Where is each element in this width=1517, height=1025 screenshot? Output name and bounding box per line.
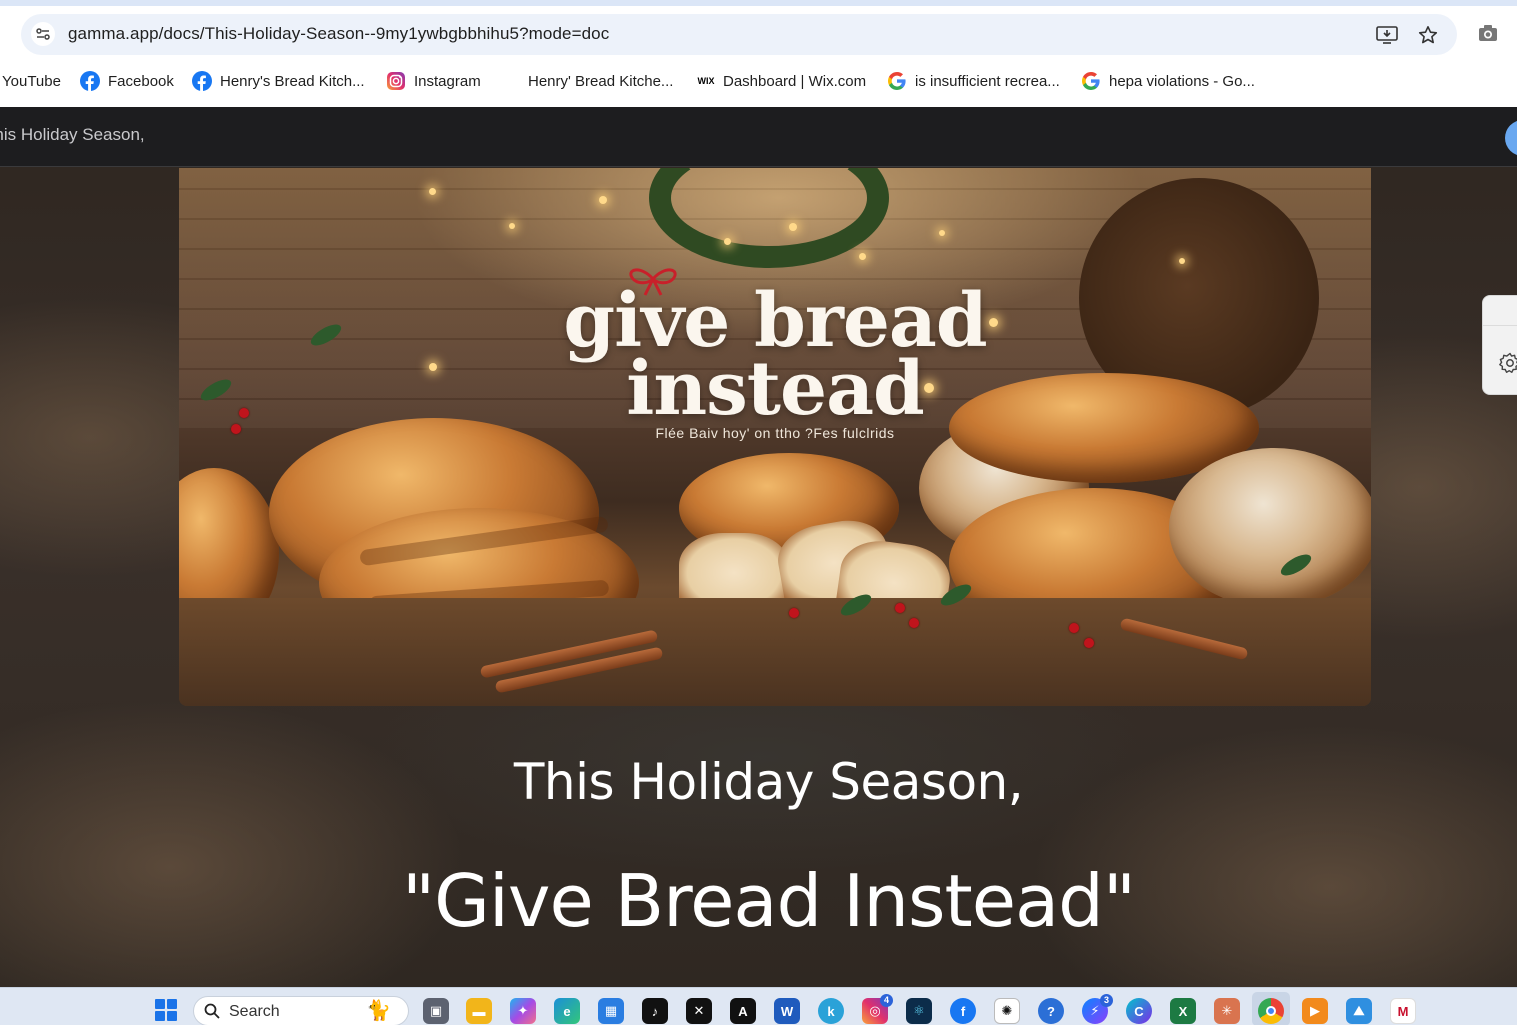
- holly-berry: [895, 603, 905, 613]
- photos-icon[interactable]: ⛰: [1346, 998, 1372, 1024]
- react-icon[interactable]: ⚛: [906, 998, 932, 1024]
- store-icon[interactable]: ▦: [598, 998, 624, 1024]
- mcafee-icon[interactable]: M: [1390, 998, 1416, 1024]
- google-icon: [887, 71, 907, 91]
- word-icon[interactable]: W: [774, 998, 800, 1024]
- chrome-icon[interactable]: [1258, 998, 1284, 1024]
- k-app-icon[interactable]: k: [818, 998, 844, 1024]
- hero-subtitle: Flée Baiv hoy' on ttho ?Fes fulclrids: [655, 425, 895, 441]
- claude-icon[interactable]: ✳: [1214, 998, 1240, 1024]
- bookmark-label: Dashboard | Wix.com: [723, 72, 867, 90]
- help-icon[interactable]: ?: [1038, 998, 1064, 1024]
- side-panel-tab[interactable]: [1482, 295, 1517, 395]
- capcut-icon[interactable]: ✕: [686, 998, 712, 1024]
- hero-title-line-2: instead: [626, 346, 925, 432]
- doc-header: This Holiday Season,: [0, 107, 1517, 167]
- tiktok-icon[interactable]: ♪: [642, 998, 668, 1024]
- share-button[interactable]: [1505, 120, 1517, 156]
- taskbar-search-label: Search: [229, 1003, 280, 1020]
- light-bokeh: [789, 223, 797, 231]
- instagram-taskbar-icon[interactable]: ◎ 4: [862, 994, 893, 1024]
- site-info-icon[interactable]: [31, 22, 55, 46]
- windows-start-icon[interactable]: [155, 999, 177, 1021]
- url-text[interactable]: gamma.app/docs/This-Holiday-Season--9my1…: [68, 24, 609, 44]
- bookmark-label: Instagram: [414, 72, 481, 90]
- ai-app-icon[interactable]: A: [730, 998, 756, 1024]
- holly-berry: [1069, 623, 1079, 633]
- light-bokeh: [724, 238, 731, 245]
- gear-icon[interactable]: [1499, 352, 1517, 374]
- camera-icon[interactable]: [1478, 24, 1500, 46]
- bookmark-youtube[interactable]: YouTube: [2, 66, 61, 96]
- bookmark-label: hepa violations - Go...: [1109, 72, 1255, 90]
- bookmark-label: Henry' Bread Kitche...: [528, 72, 674, 90]
- doc-title[interactable]: "Give Bread Instead": [0, 859, 1517, 943]
- facebook-icon: [80, 71, 100, 91]
- instagram-icon: [386, 71, 406, 91]
- tab-strip: [0, 0, 1517, 6]
- floured-sourdough-loaf: [1169, 448, 1371, 608]
- wooden-table: [179, 598, 1371, 706]
- cat-icon: 🐈: [366, 1000, 391, 1022]
- bookmark-google-hepa[interactable]: hepa violations - Go...: [1081, 66, 1255, 96]
- doc-heading[interactable]: This Holiday Season,: [0, 753, 1517, 811]
- chatgpt-icon[interactable]: ✺: [994, 998, 1020, 1024]
- holly-berry: [789, 608, 799, 618]
- excel-icon[interactable]: X: [1170, 998, 1196, 1024]
- facebook-taskbar-icon[interactable]: f: [950, 998, 976, 1024]
- light-bokeh: [429, 188, 436, 195]
- notification-badge: 3: [1100, 994, 1113, 1007]
- task-view-icon[interactable]: ▣: [423, 998, 449, 1024]
- messenger-icon[interactable]: ⚡ 3: [1082, 994, 1113, 1024]
- light-bokeh: [599, 196, 607, 204]
- bookmark-label: Henry's Bread Kitch...: [220, 72, 365, 90]
- address-bar[interactable]: gamma.app/docs/This-Holiday-Season--9my1…: [21, 14, 1457, 55]
- bookmark-facebook[interactable]: Facebook: [80, 66, 174, 96]
- holly-berry: [909, 618, 919, 628]
- google-icon: [1081, 71, 1101, 91]
- bookmarks-bar: YouTube Facebook Henry's Bread Kitch... …: [0, 66, 1517, 96]
- bookmark-henrys-bread-kitchen-fb[interactable]: Henry's Bread Kitch...: [192, 66, 365, 96]
- gamma-document: This Holiday Season, give bread instead …: [0, 107, 1517, 987]
- canva-icon[interactable]: C: [1126, 998, 1152, 1024]
- facebook-icon: [192, 71, 212, 91]
- taskbar: Search 🐈 ▣ ▬ ✦ e ▦ ♪ ✕ A W k ◎ 4 ⚛ f ✺ ? …: [0, 987, 1517, 1025]
- search-icon: [204, 1003, 220, 1019]
- edge-icon[interactable]: e: [554, 998, 580, 1024]
- light-bokeh: [1179, 258, 1185, 264]
- side-panel-top-button[interactable]: [1483, 296, 1517, 326]
- bookmark-instagram[interactable]: Instagram: [386, 66, 481, 96]
- install-app-icon[interactable]: [1376, 24, 1398, 46]
- bookmark-label: YouTube: [2, 72, 61, 90]
- light-bokeh: [859, 253, 866, 260]
- copilot-icon[interactable]: ✦: [510, 998, 536, 1024]
- wix-icon: WIX: [697, 76, 715, 86]
- bookmark-wix-dashboard[interactable]: WIX Dashboard | Wix.com: [697, 66, 867, 96]
- notification-badge: 4: [880, 994, 893, 1007]
- bookmark-henrys-bread-kitchen[interactable]: Henry' Bread Kitche...: [528, 66, 673, 96]
- holly-berry: [1084, 638, 1094, 648]
- bookmark-label: Facebook: [108, 72, 174, 90]
- taskbar-search[interactable]: Search 🐈: [193, 996, 409, 1025]
- hero-image[interactable]: give bread instead Flée Baiv hoy' on tth…: [179, 168, 1371, 706]
- bookmark-label: is insufficient recrea...: [915, 72, 1060, 90]
- doc-header-title[interactable]: This Holiday Season,: [0, 125, 145, 145]
- bookmark-google-recreation[interactable]: is insufficient recrea...: [887, 66, 1060, 96]
- light-bokeh: [939, 230, 945, 236]
- file-explorer-icon[interactable]: ▬: [466, 998, 492, 1024]
- media-player-icon[interactable]: ▶: [1302, 998, 1328, 1024]
- light-bokeh: [509, 223, 515, 229]
- bookmark-star-icon[interactable]: [1417, 24, 1439, 46]
- browser-chrome: gamma.app/docs/This-Holiday-Season--9my1…: [0, 0, 1517, 107]
